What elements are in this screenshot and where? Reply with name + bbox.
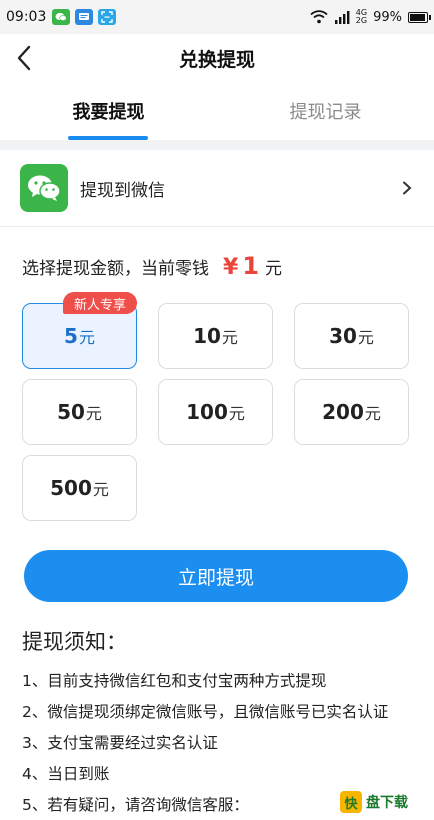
withdraw-now-button[interactable]: 立即提现 <box>24 550 408 602</box>
battery-percent: 99% <box>373 9 402 25</box>
currency-symbol: ¥ <box>223 255 239 280</box>
amount-option-unit: 元 <box>92 480 109 499</box>
amount-option-value: 100 <box>186 400 228 424</box>
amount-option-value: 500 <box>50 476 92 500</box>
wechat-icon <box>20 164 68 212</box>
tab-bar: 我要提现 提现记录 <box>0 82 434 140</box>
withdraw-method-row[interactable]: 提现到微信 <box>0 150 434 226</box>
back-button[interactable] <box>8 40 40 76</box>
note-item: 3、支付宝需要经过实名认证 <box>22 733 218 752</box>
back-arrow-icon <box>17 45 31 71</box>
balance-value: 1 <box>242 252 260 280</box>
status-time: 09:03 <box>6 9 47 25</box>
amount-option-10[interactable]: 10 元 <box>158 303 273 369</box>
chevron-right-icon <box>402 181 416 195</box>
amount-option-unit: 元 <box>85 404 102 423</box>
amount-option-unit: 元 <box>228 404 245 423</box>
network-type-secondary: 2G <box>355 16 368 25</box>
amount-option-5[interactable]: 新人专享 5元 <box>22 292 137 369</box>
amount-option-100[interactable]: 100 元 <box>158 379 273 445</box>
amount-option-30[interactable]: 30 元 <box>294 303 409 369</box>
watermark-text: 盘下载 <box>366 795 408 811</box>
note-item: 4、当日到账 <box>22 764 110 783</box>
amount-option-50[interactable]: 50 元 <box>22 379 137 445</box>
wifi-icon <box>310 10 328 24</box>
section-divider <box>0 140 434 150</box>
amount-option-unit: 元 <box>78 328 95 347</box>
amount-option-value: 10 <box>193 324 221 348</box>
status-bar: 09:03 4G 2G 99% <box>0 0 434 34</box>
wechat-notification-icon <box>52 9 71 25</box>
balance-unit: 元 <box>265 259 283 279</box>
row-divider <box>0 226 434 227</box>
watermark: 快 盘下载 <box>340 788 430 816</box>
page-title: 兑换提现 <box>178 48 255 71</box>
amount-option-value: 30 <box>329 324 357 348</box>
tab-withdraw[interactable]: 我要提现 <box>0 82 217 140</box>
note-item: 1、目前支持微信红包和支付宝两种方式提现 <box>22 671 327 690</box>
nav-bar: 兑换提现 <box>0 34 434 82</box>
amount-option-unit: 元 <box>357 328 374 347</box>
amount-option-value: 50 <box>57 400 85 424</box>
battery-icon <box>408 11 431 23</box>
amount-option-value: 5 <box>64 324 78 348</box>
notes-title: 提现须知： <box>22 630 127 654</box>
amount-option-unit: 元 <box>221 328 238 347</box>
signal-icon <box>334 10 350 24</box>
watermark-logo: 快 <box>340 791 362 813</box>
amount-option-200[interactable]: 200 元 <box>294 379 409 445</box>
amount-option-unit: 元 <box>364 404 381 423</box>
tab-withdraw-history[interactable]: 提现记录 <box>217 82 434 140</box>
amount-option-value: 200 <box>322 400 364 424</box>
message-notification-icon <box>75 9 94 25</box>
note-item: 2、微信提现须绑定微信账号，且微信账号已实名认证 <box>22 702 389 721</box>
scan-notification-icon <box>98 9 117 25</box>
amount-option-500[interactable]: 500 元 <box>22 455 137 521</box>
balance-label: 选择提现金额，当前零钱 <box>22 259 209 279</box>
new-user-badge: 新人专享 <box>63 292 137 314</box>
balance-line: 选择提现金额，当前零钱 ¥ 1 元 <box>22 252 282 286</box>
withdraw-method-label: 提现到微信 <box>80 180 165 201</box>
